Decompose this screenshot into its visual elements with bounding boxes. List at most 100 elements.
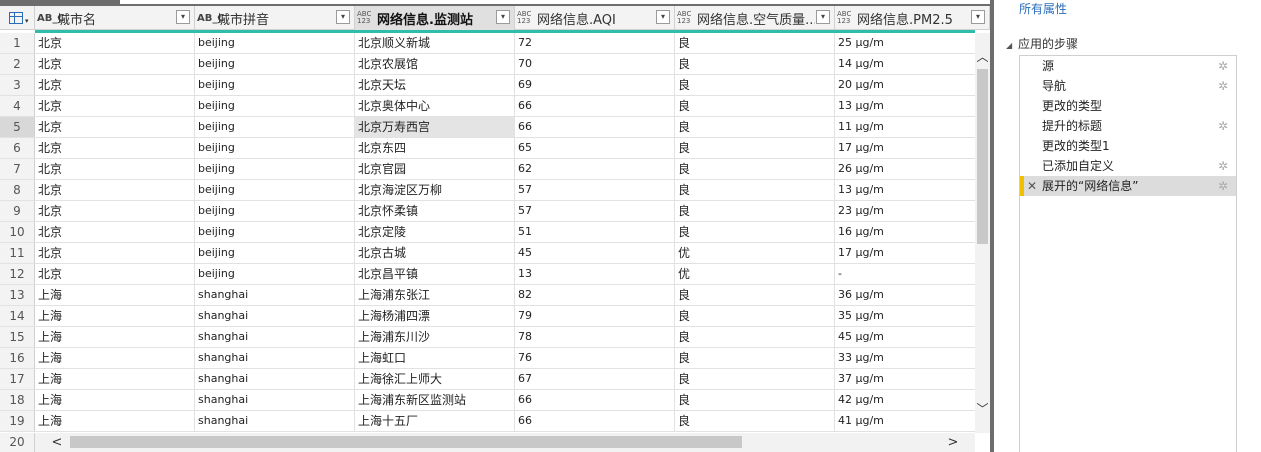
table-row[interactable]: 11 北京 beijing 北京古城 45 优 17 μg/m bbox=[0, 243, 975, 264]
table-cell[interactable]: 上海十五厂 bbox=[355, 411, 515, 431]
table-cell[interactable]: 41 μg/m bbox=[835, 411, 975, 431]
row-number[interactable]: 2 bbox=[0, 54, 35, 74]
vertical-scroll-thumb[interactable] bbox=[977, 69, 988, 244]
applied-step[interactable]: 更改的类型1 bbox=[1020, 136, 1236, 156]
table-cell[interactable]: 良 bbox=[675, 33, 835, 53]
table-cell[interactable]: 上海浦东新区监测站 bbox=[355, 390, 515, 410]
table-cell[interactable]: 良 bbox=[675, 306, 835, 326]
table-cell[interactable]: 76 bbox=[515, 348, 675, 368]
table-cell[interactable]: 北京定陵 bbox=[355, 222, 515, 242]
row-number[interactable]: 15 bbox=[0, 327, 35, 347]
column-header[interactable]: ABC 123 网络信息.监测站 ▾ bbox=[355, 6, 515, 30]
table-cell[interactable]: 良 bbox=[675, 180, 835, 200]
table-cell[interactable]: 良 bbox=[675, 54, 835, 74]
table-cell[interactable]: 62 bbox=[515, 159, 675, 179]
column-header[interactable]: ABC 123 网络信息.空气质量... ▾ bbox=[675, 6, 835, 30]
row-number[interactable]: 18 bbox=[0, 390, 35, 410]
table-cell[interactable]: 优 bbox=[675, 264, 835, 284]
table-cell[interactable]: 14 μg/m bbox=[835, 54, 975, 74]
column-header[interactable]: ABC 123 网络信息.AQI ▾ bbox=[515, 6, 675, 30]
table-cell[interactable]: 北京古城 bbox=[355, 243, 515, 263]
table-cell[interactable]: 北京东四 bbox=[355, 138, 515, 158]
table-cell[interactable]: shanghai bbox=[195, 369, 355, 389]
table-cell[interactable]: 良 bbox=[675, 96, 835, 116]
table-row[interactable]: 8 北京 beijing 北京海淀区万柳 57 良 13 μg/m bbox=[0, 180, 975, 201]
table-cell[interactable]: 上海 bbox=[35, 369, 195, 389]
table-cell[interactable]: 上海 bbox=[35, 285, 195, 305]
table-cell[interactable]: 北京 bbox=[35, 117, 195, 137]
table-cell[interactable]: 36 μg/m bbox=[835, 285, 975, 305]
table-cell[interactable]: 北京 bbox=[35, 96, 195, 116]
table-row[interactable]: 15 上海 shanghai 上海浦东川沙 78 良 45 μg/m bbox=[0, 327, 975, 348]
applied-steps-header[interactable]: ◢ 应用的步骤 bbox=[1006, 35, 1261, 52]
table-cell[interactable]: 67 bbox=[515, 369, 675, 389]
table-cell[interactable]: shanghai bbox=[195, 411, 355, 431]
table-cell[interactable]: 78 bbox=[515, 327, 675, 347]
table-cell[interactable]: shanghai bbox=[195, 327, 355, 347]
table-row[interactable]: 14 上海 shanghai 上海杨浦四漂 79 良 35 μg/m bbox=[0, 306, 975, 327]
table-cell[interactable]: 良 bbox=[675, 222, 835, 242]
applied-step[interactable]: 源 ✲ bbox=[1020, 56, 1236, 76]
scroll-up-icon[interactable]: ︿ bbox=[975, 47, 990, 67]
table-cell[interactable]: 北京 bbox=[35, 243, 195, 263]
table-row[interactable]: 10 北京 beijing 北京定陵 51 良 16 μg/m bbox=[0, 222, 975, 243]
table-cell[interactable]: 57 bbox=[515, 180, 675, 200]
table-cell[interactable]: 北京昌平镇 bbox=[355, 264, 515, 284]
applied-step[interactable]: 提升的标题 ✲ bbox=[1020, 116, 1236, 136]
table-cell[interactable]: 上海杨浦四漂 bbox=[355, 306, 515, 326]
row-number[interactable]: 4 bbox=[0, 96, 35, 116]
vertical-scrollbar[interactable]: ︿ ﹀ bbox=[975, 33, 990, 433]
table-cell[interactable]: beijing bbox=[195, 138, 355, 158]
table-cell[interactable]: beijing bbox=[195, 180, 355, 200]
table-cell[interactable]: 上海 bbox=[35, 348, 195, 368]
table-row[interactable]: 1 北京 beijing 北京顺义新城 72 良 25 μg/m bbox=[0, 33, 975, 54]
table-cell[interactable]: 25 μg/m bbox=[835, 33, 975, 53]
table-cell[interactable]: 70 bbox=[515, 54, 675, 74]
table-row[interactable]: 13 上海 shanghai 上海浦东张江 82 良 36 μg/m bbox=[0, 285, 975, 306]
scroll-down-icon[interactable]: ﹀ bbox=[975, 399, 990, 419]
table-cell[interactable]: 北京天坛 bbox=[355, 75, 515, 95]
table-row[interactable]: 16 上海 shanghai 上海虹口 76 良 33 μg/m bbox=[0, 348, 975, 369]
gear-icon[interactable]: ✲ bbox=[1218, 176, 1228, 196]
table-cell[interactable]: 北京奥体中心 bbox=[355, 96, 515, 116]
table-cell[interactable]: 良 bbox=[675, 117, 835, 137]
applied-step[interactable]: ✕ 展开的“网络信息” ✲ bbox=[1020, 176, 1236, 196]
table-cell[interactable]: 上海 bbox=[35, 411, 195, 431]
table-cell[interactable]: - bbox=[835, 264, 975, 284]
table-cell[interactable]: 66 bbox=[515, 117, 675, 137]
table-cell[interactable]: beijing bbox=[195, 33, 355, 53]
table-cell[interactable]: 13 μg/m bbox=[835, 96, 975, 116]
table-cell[interactable]: 66 bbox=[515, 390, 675, 410]
row-number[interactable]: 12 bbox=[0, 264, 35, 284]
table-cell[interactable]: 82 bbox=[515, 285, 675, 305]
table-cell[interactable]: shanghai bbox=[195, 285, 355, 305]
table-cell[interactable]: 良 bbox=[675, 348, 835, 368]
table-row[interactable]: 2 北京 beijing 北京农展馆 70 良 14 μg/m bbox=[0, 54, 975, 75]
gear-icon[interactable]: ✲ bbox=[1218, 56, 1228, 76]
table-row[interactable]: 3 北京 beijing 北京天坛 69 良 20 μg/m bbox=[0, 75, 975, 96]
table-cell[interactable]: 北京 bbox=[35, 222, 195, 242]
table-cell[interactable]: 17 μg/m bbox=[835, 138, 975, 158]
table-cell[interactable]: 北京 bbox=[35, 264, 195, 284]
table-cell[interactable]: 北京 bbox=[35, 33, 195, 53]
table-cell[interactable]: 上海 bbox=[35, 306, 195, 326]
table-cell[interactable]: 69 bbox=[515, 75, 675, 95]
table-cell[interactable]: 良 bbox=[675, 159, 835, 179]
table-cell[interactable]: 北京 bbox=[35, 138, 195, 158]
table-cell[interactable]: 良 bbox=[675, 390, 835, 410]
table-cell[interactable]: beijing bbox=[195, 201, 355, 221]
row-number[interactable]: 9 bbox=[0, 201, 35, 221]
applied-step[interactable]: 更改的类型 bbox=[1020, 96, 1236, 116]
table-row[interactable]: 4 北京 beijing 北京奥体中心 66 良 13 μg/m bbox=[0, 96, 975, 117]
table-cell[interactable]: 北京 bbox=[35, 180, 195, 200]
table-cell[interactable]: shanghai bbox=[195, 306, 355, 326]
table-cell[interactable]: 良 bbox=[675, 369, 835, 389]
gear-icon[interactable]: ✲ bbox=[1218, 156, 1228, 176]
gear-icon[interactable]: ✲ bbox=[1218, 76, 1228, 96]
table-cell[interactable]: 北京 bbox=[35, 201, 195, 221]
table-cell[interactable]: 17 μg/m bbox=[835, 243, 975, 263]
table-cell[interactable]: 13 bbox=[515, 264, 675, 284]
table-cell[interactable]: 11 μg/m bbox=[835, 117, 975, 137]
table-cell[interactable]: 上海虹口 bbox=[355, 348, 515, 368]
table-cell[interactable]: 66 bbox=[515, 96, 675, 116]
